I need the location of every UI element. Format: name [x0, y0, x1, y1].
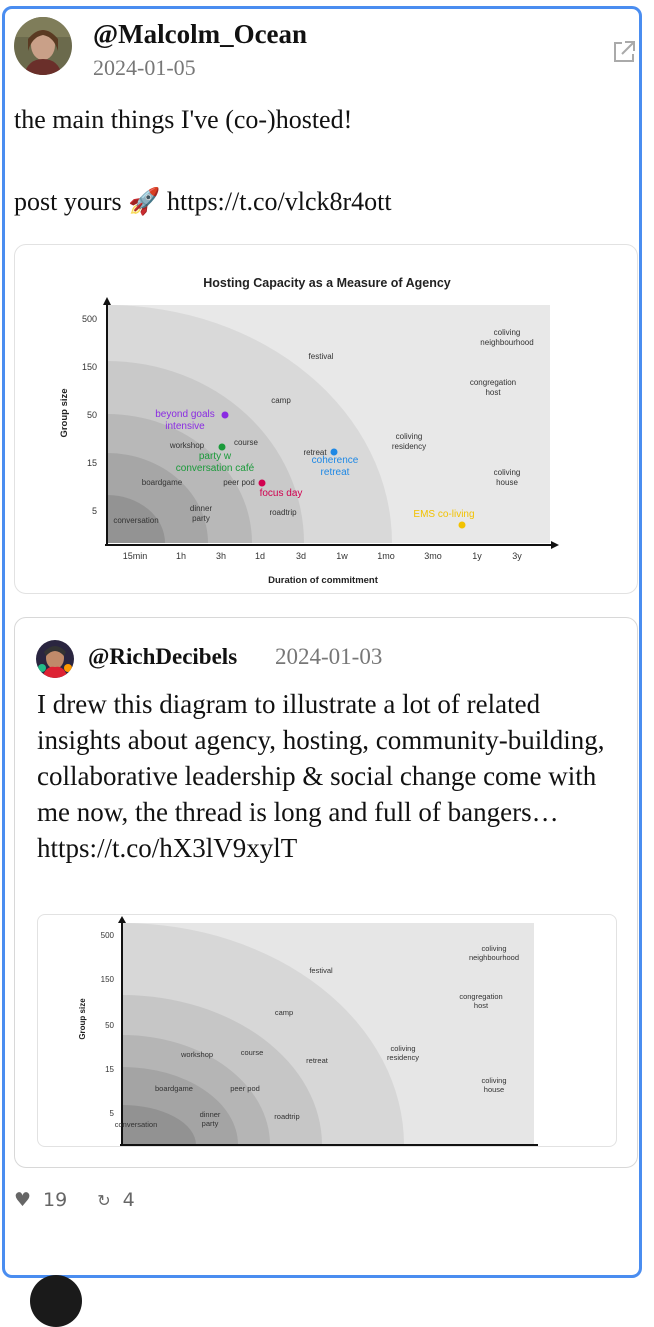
chart-category-label: house	[496, 478, 518, 487]
post-image[interactable]: Hosting Capacity as a Measure of Agency 5…	[14, 244, 638, 594]
post-text: the main things I've (co-)hosted! post y…	[14, 105, 392, 216]
quoted-hosting-chart: 50015050155Group sizecolivingneighbourho…	[78, 916, 538, 1146]
chart-category-label: dinner	[200, 1110, 221, 1119]
chart-category-label: coliving	[390, 1044, 415, 1053]
chart-category-label: conversation	[113, 516, 158, 525]
highlight-point	[458, 521, 466, 529]
x-tick-label: 1y	[472, 551, 482, 561]
chart-category-label: course	[241, 1048, 264, 1057]
y-tick-label: 15	[105, 1065, 114, 1074]
like-stat[interactable]: ♥ 19	[14, 1189, 67, 1211]
y-tick-label: 15	[87, 458, 97, 468]
chart-category-label: host	[485, 388, 501, 397]
x-tick-label: 3h	[216, 551, 226, 561]
post-date[interactable]: 2024-01-05	[93, 55, 196, 81]
chart-category-label: workshop	[180, 1050, 213, 1059]
x-tick-label: 1d	[255, 551, 265, 561]
chart-category-label: peer pod	[230, 1084, 260, 1093]
highlight-label: focus day	[260, 488, 303, 499]
y-axis-label: Group size	[59, 388, 70, 437]
highlight-label: conversation café	[176, 463, 255, 474]
highlight-label: beyond goals	[155, 409, 215, 420]
y-tick-label: 150	[101, 975, 115, 984]
x-tick-label: 1w	[336, 551, 348, 561]
highlight-point	[218, 443, 226, 451]
chart-category-label: house	[484, 1085, 504, 1094]
quoted-text: I drew this diagram to illustrate a lot …	[37, 689, 605, 863]
y-axis-arrow	[118, 916, 126, 923]
author-avatar[interactable]	[14, 17, 72, 75]
chart-category-label: roadtrip	[269, 508, 297, 517]
highlight-label: coherence	[312, 455, 359, 466]
quoted-date[interactable]: 2024-01-03	[275, 644, 382, 670]
chart-category-label: residency	[392, 442, 426, 451]
external-link-icon[interactable]	[611, 39, 637, 65]
chart-category-label: neighbourhood	[469, 953, 519, 962]
chart-category-label: coliving	[494, 328, 521, 337]
y-tick-label: 500	[101, 931, 115, 940]
quoted-author-handle[interactable]: @RichDecibels	[88, 644, 237, 670]
author-handle[interactable]: @Malcolm_Ocean	[93, 19, 307, 50]
x-axis-arrow	[551, 541, 559, 549]
chart-category-label: party	[192, 514, 210, 523]
y-tick-label: 5	[92, 506, 97, 516]
chart-category-label: roadtrip	[274, 1112, 299, 1121]
chart-category-label: boardgame	[142, 478, 183, 487]
chart-category-label: camp	[271, 396, 291, 405]
next-post-avatar[interactable]	[30, 1275, 82, 1327]
x-tick-label: 15min	[123, 551, 148, 561]
hosting-capacity-chart: Hosting Capacity as a Measure of Agency 5…	[59, 276, 559, 586]
x-tick-label: 3y	[512, 551, 522, 561]
chart-category-label: party	[202, 1119, 219, 1128]
quoted-author-avatar[interactable]	[36, 640, 74, 678]
chart-category-label: dinner	[190, 504, 213, 513]
chart-category-label: boardgame	[155, 1084, 193, 1093]
chart-category-label: coliving	[481, 944, 506, 953]
chart-category-label: retreat	[306, 1056, 329, 1065]
quoted-image[interactable]: 500 150 50 15 5 Group size coliving neighbourho…	[37, 914, 617, 1147]
y-tick-label: 5	[110, 1109, 115, 1118]
chart-category-label: festival	[309, 966, 333, 975]
y-tick-label: 150	[82, 362, 97, 372]
y-axis-arrow	[103, 297, 111, 305]
retweet-stat[interactable]: ↻ 4	[97, 1189, 135, 1211]
x-tick-label: 1mo	[377, 551, 395, 561]
y-tick-label: 500	[82, 314, 97, 324]
x-tick-label: 3mo	[424, 551, 442, 561]
chart-category-label: coliving	[494, 468, 521, 477]
highlight-label: EMS co-living	[413, 509, 474, 520]
y-axis-label: Group size	[78, 998, 87, 1040]
chart-category-label: congregation	[459, 992, 502, 1001]
heart-icon: ♥	[14, 1189, 32, 1211]
retweet-icon: ↻	[97, 1190, 111, 1210]
chart-category-label: peer pod	[223, 478, 255, 487]
like-count: 19	[43, 1189, 68, 1211]
chart-category-label: coliving	[481, 1076, 506, 1085]
engagement-stats: ♥ 19 ↻ 4	[14, 1189, 135, 1211]
chart-category-label: coliving	[396, 432, 423, 441]
chart-category-label: course	[234, 438, 259, 447]
y-tick-label: 50	[87, 410, 97, 420]
y-tick-label: 50	[105, 1021, 114, 1030]
chart-category-label: residency	[387, 1053, 419, 1062]
x-tick-label: 1h	[176, 551, 186, 561]
highlight-point	[258, 479, 266, 487]
x-tick-label: 3d	[296, 551, 306, 561]
retweet-count: 4	[122, 1189, 135, 1211]
chart-category-label: workshop	[169, 441, 205, 450]
chart-category-label: festival	[309, 352, 334, 361]
highlight-label: party w	[199, 451, 232, 462]
post-card: @Malcolm_Ocean 2024-01-05 the main thing…	[2, 6, 642, 1278]
quoted-tweet[interactable]: @RichDecibels 2024-01-03 I drew this dia…	[14, 617, 638, 1168]
chart-category-label: congregation	[470, 378, 516, 387]
highlight-label: retreat	[321, 467, 350, 478]
highlight-label: intensive	[165, 421, 205, 432]
chart-category-label: conversation	[115, 1120, 158, 1129]
highlight-point	[221, 411, 229, 419]
chart-title: Hosting Capacity as a Measure of Agency	[203, 276, 451, 290]
chart-category-label: neighbourhood	[480, 338, 533, 347]
chart-category-label: camp	[275, 1008, 293, 1017]
chart-category-label: host	[474, 1001, 489, 1010]
x-axis-label: Duration of commitment	[268, 575, 379, 586]
